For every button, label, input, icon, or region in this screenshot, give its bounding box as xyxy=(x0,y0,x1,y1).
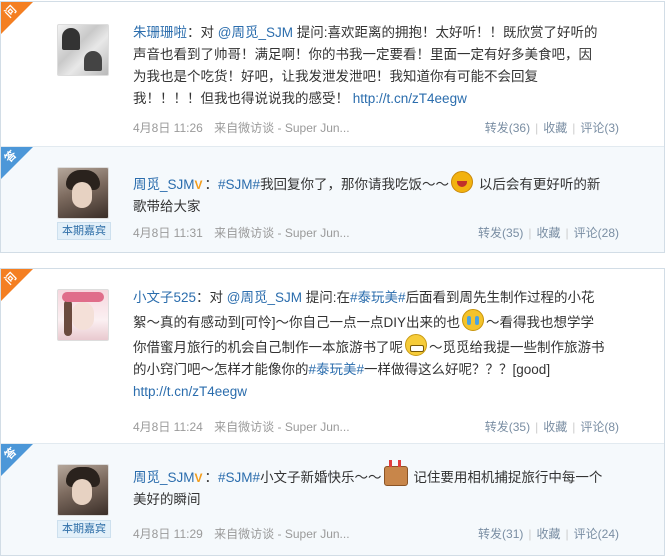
post-actions: 转发(31) | 收藏 | 评论(24) xyxy=(478,527,619,541)
laugh-emoji-icon xyxy=(451,171,474,193)
short-url-link[interactable]: http://t.cn/zT4eegw xyxy=(353,91,467,106)
favorite-button[interactable]: 收藏 xyxy=(537,226,561,240)
post-meta: 4月8日 11:29 来自微访谈 - Super Jun... 转发(31) | 收… xyxy=(133,526,619,542)
comment-button[interactable]: 评论(3) xyxy=(580,121,619,135)
source-link[interactable]: 来自微访谈 - Super Jun... xyxy=(214,121,349,135)
post-meta: 4月8日 11:24 来自微访谈 - Super Jun... 转发(35) | 收… xyxy=(133,419,619,435)
question-item: 问 朱珊珊啦：对 @周觅_SJM 提问:喜欢距离的拥抱！太好听！！既欣赏了好听的… xyxy=(1,2,664,146)
mention-link[interactable]: @周觅_SJM xyxy=(227,290,302,305)
verified-v-icon: V xyxy=(194,471,203,485)
source-link[interactable]: 来自微访谈 - Super Jun... xyxy=(214,420,349,434)
favorite-button[interactable]: 收藏 xyxy=(543,121,567,135)
grin-emoji-icon xyxy=(405,334,427,356)
repost-button[interactable]: 转发(31) xyxy=(478,527,523,541)
post-meta: 4月8日 11:26 来自微访谈 - Super Jun... 转发(36) | 收… xyxy=(133,120,619,136)
short-url-link[interactable]: http://t.cn/zT4eegw xyxy=(133,384,247,399)
repost-button[interactable]: 转发(35) xyxy=(478,226,523,240)
avatar[interactable] xyxy=(57,464,109,516)
mention-link[interactable]: @周觅_SJM xyxy=(218,25,293,40)
avatar[interactable] xyxy=(57,24,109,76)
post-actions: 转发(35) | 收藏 | 评论(28) xyxy=(478,226,619,240)
hashtag-link[interactable]: #泰玩美# xyxy=(309,362,365,377)
qa-thread-2: 问 小文子525：对 @周觅_SJM 提问:在#泰玩美#后面看到周先生制作过程的… xyxy=(0,268,665,556)
post-meta: 4月8日 11:31 来自微访谈 - Super Jun... 转发(35) | 收… xyxy=(133,225,619,241)
favorite-button[interactable]: 收藏 xyxy=(543,420,567,434)
hashtag-link[interactable]: #SJM# xyxy=(218,177,260,192)
comment-button[interactable]: 评论(8) xyxy=(580,420,619,434)
repost-button[interactable]: 转发(35) xyxy=(485,420,530,434)
timestamp[interactable]: 4月8日 11:29 xyxy=(133,527,203,541)
source-link[interactable]: 来自微访谈 - Super Jun... xyxy=(214,527,349,541)
answer-text: 周觅_SJMV ：#SJM#小文子新婚快乐～～ 记住要用相机捕捉旅行中每一个 美好… xyxy=(133,460,645,511)
user-name-link[interactable]: 周觅_SJM xyxy=(133,177,195,192)
repost-button[interactable]: 转发(36) xyxy=(485,121,530,135)
user-name-link[interactable]: 小文子525 xyxy=(133,290,196,305)
timestamp[interactable]: 4月8日 11:31 xyxy=(133,226,203,240)
qa-thread-1: 问 朱珊珊啦：对 @周觅_SJM 提问:喜欢距离的拥抱！太好听！！既欣赏了好听的… xyxy=(0,1,665,253)
question-text: 朱珊珊啦：对 @周觅_SJM 提问:喜欢距离的拥抱！太好听！！既欣赏了好听的 声… xyxy=(133,25,598,106)
post-actions: 转发(35) | 收藏 | 评论(8) xyxy=(484,420,619,434)
avatar[interactable] xyxy=(57,167,109,219)
user-name-link[interactable]: 周觅_SJM xyxy=(133,470,195,485)
answer-item: 答 本期嘉宾 周觅_SJMV ：#SJM#小文子新婚快乐～～ 记住要用相机捕捉旅行… xyxy=(1,443,664,555)
post-actions: 转发(36) | 收藏 | 评论(3) xyxy=(484,121,619,135)
verified-v-icon: V xyxy=(194,178,203,192)
cry-emoji-icon xyxy=(462,309,485,331)
question-text: 小文子525：对 @周觅_SJM 提问:在#泰玩美#后面看到周先生制作过程的小花… xyxy=(133,290,605,399)
comment-button[interactable]: 评论(28) xyxy=(574,226,619,240)
user-name-link[interactable]: 朱珊珊啦 xyxy=(133,25,187,40)
answer-item: 答 本期嘉宾 周觅_SJMV ：#SJM#我回复你了，那你请我吃饭～～ 以后会有更… xyxy=(1,146,664,252)
hashtag-link[interactable]: #泰玩美# xyxy=(350,290,406,305)
timestamp[interactable]: 4月8日 11:24 xyxy=(133,420,203,434)
answer-text: 周觅_SJMV ：#SJM#我回复你了，那你请我吃饭～～ 以后会有更好听的新 歌带… xyxy=(133,171,645,218)
hashtag-link[interactable]: #SJM# xyxy=(218,470,260,485)
question-item: 问 小文子525：对 @周觅_SJM 提问:在#泰玩美#后面看到周先生制作过程的… xyxy=(1,269,664,443)
timestamp[interactable]: 4月8日 11:26 xyxy=(133,121,203,135)
favorite-button[interactable]: 收藏 xyxy=(537,527,561,541)
avatar[interactable] xyxy=(57,289,109,341)
source-link[interactable]: 来自微访谈 - Super Jun... xyxy=(214,226,349,240)
cake-emoji-icon xyxy=(383,460,408,486)
guest-badge: 本期嘉宾 xyxy=(57,222,111,240)
guest-badge: 本期嘉宾 xyxy=(57,520,111,538)
comment-button[interactable]: 评论(24) xyxy=(574,527,619,541)
